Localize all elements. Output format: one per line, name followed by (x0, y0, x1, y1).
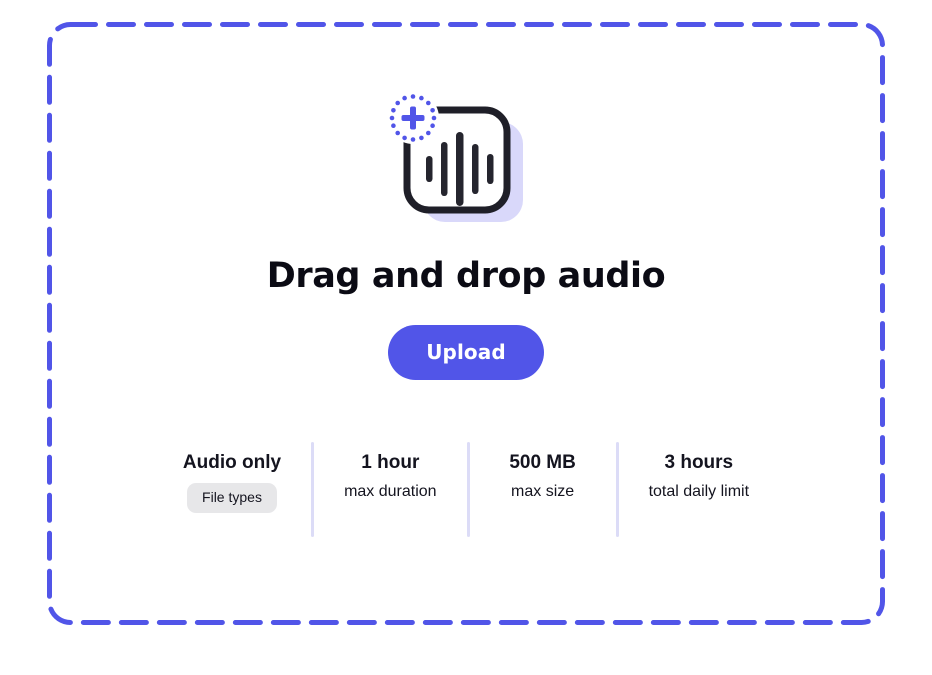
stat-label: total daily limit (648, 483, 750, 501)
file-types-badge[interactable]: File types (187, 483, 277, 513)
page-title: Drag and drop audio (266, 256, 666, 296)
icon-add-badge (386, 94, 439, 144)
audio-dropzone[interactable]: Drag and drop audio Upload Audio only Fi… (47, 22, 885, 625)
stat-label: max duration (344, 483, 437, 501)
stat-file-types: Audio only File types (153, 442, 311, 537)
limits-stats-row: Audio only File types 1 hour max duratio… (153, 441, 779, 537)
stat-value: 500 MB (509, 451, 576, 473)
stat-value: Audio only (182, 451, 282, 473)
stat-label: max size (511, 483, 575, 501)
add-audio-file-icon (379, 94, 554, 229)
stat-max-size: 500 MB max size (470, 442, 616, 537)
stat-max-duration: 1 hour max duration (314, 442, 467, 537)
stat-value: 1 hour (361, 451, 420, 473)
stat-value: 3 hours (664, 451, 734, 473)
upload-button[interactable]: Upload (388, 324, 544, 380)
stat-daily-limit: 3 hours total daily limit (619, 442, 779, 537)
